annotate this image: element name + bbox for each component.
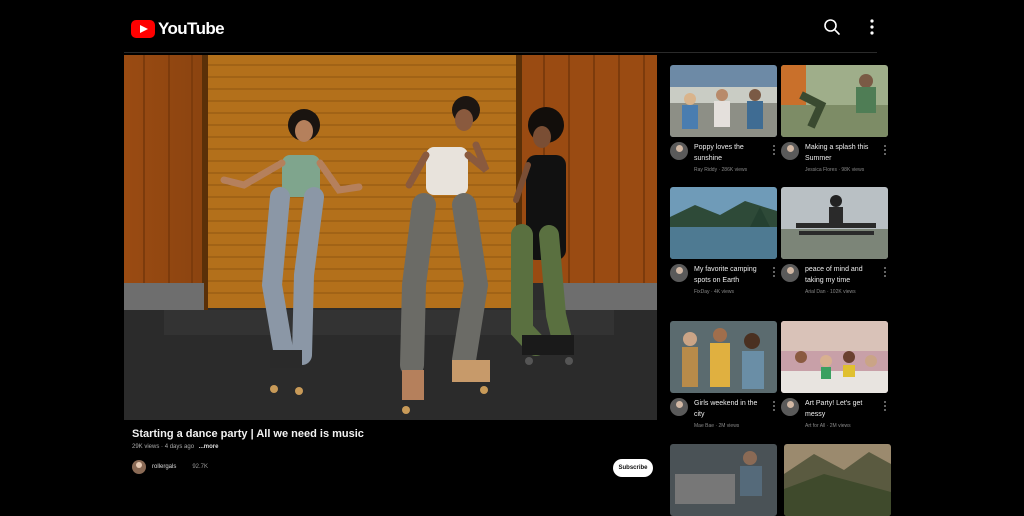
upload-age: 4 days ago — [164, 444, 195, 450]
video-card-meta: Jessica Flores · 98K views — [805, 167, 865, 173]
recommended-video-card[interactable]: peace of mind and taking my time Arial Da… — [781, 187, 888, 304]
youtube-play-icon — [131, 20, 155, 38]
recommended-video-card[interactable]: Girls weekend in the city Mae Bae · 2M vi… — [670, 321, 777, 438]
video-card-title: peace of mind and taking my time — [805, 266, 863, 284]
video-thumbnail[interactable] — [781, 321, 888, 393]
channel-name[interactable]: rollergals — [152, 464, 176, 470]
search-button[interactable] — [823, 18, 841, 41]
video-card-meta: FixDay · 4K views — [694, 289, 735, 295]
video-title: Starting a dance party | All we need is … — [132, 428, 364, 440]
more-vert-icon[interactable] — [882, 400, 888, 412]
video-card-meta: Arial Dan · 102K views — [805, 289, 856, 295]
search-icon — [824, 19, 840, 35]
video-card-title: Girls weekend in the city — [694, 400, 758, 418]
video-card-title: Poppy loves the sunshine — [694, 144, 744, 162]
channel-avatar[interactable] — [670, 142, 688, 160]
video-card-meta: Ray Riddy · 286K views — [694, 167, 748, 173]
channel-avatar[interactable] — [132, 460, 146, 474]
video-card-title: My favorite camping spots on Earth — [694, 266, 757, 284]
video-card-meta: Art for All · 2M views — [805, 423, 851, 429]
recommended-video-card[interactable]: My favorite camping spots on Earth FixDay… — [670, 187, 777, 304]
recommended-video-card[interactable] — [670, 444, 777, 516]
video-card-title: Art Party! Let's get messy — [805, 400, 863, 418]
video-card-meta: Mae Bae · 2M views — [694, 423, 740, 429]
youtube-logo[interactable]: YouTube — [131, 19, 225, 39]
channel-row: rollergals 92.7K — [132, 460, 208, 474]
video-thumbnail[interactable] — [781, 65, 888, 137]
subscriber-count: 92.7K — [192, 464, 209, 470]
video-thumbnail[interactable] — [670, 321, 777, 393]
video-thumbnail[interactable] — [784, 444, 891, 516]
video-thumbnail[interactable] — [670, 444, 777, 516]
channel-avatar[interactable] — [781, 142, 799, 160]
more-vert-icon — [870, 19, 874, 35]
video-thumbnail[interactable] — [670, 187, 777, 259]
top-bar: YouTube — [0, 0, 1024, 54]
video-thumbnail[interactable] — [781, 187, 888, 259]
video-card-title: Making a splash this Summer — [805, 144, 869, 162]
channel-avatar[interactable] — [670, 264, 688, 282]
logo-text: YouTube — [158, 19, 225, 38]
video-player[interactable] — [124, 55, 657, 420]
recommended-video-card[interactable]: Art Party! Let's get messy Art for All · … — [781, 321, 888, 438]
video-thumbnail[interactable] — [670, 65, 777, 137]
header-divider — [124, 52, 877, 53]
recommended-video-card[interactable]: Poppy loves the sunshine Ray Riddy · 286K… — [670, 65, 777, 182]
more-vert-icon[interactable] — [771, 144, 777, 156]
more-vert-icon[interactable] — [771, 400, 777, 412]
subscribe-button[interactable]: Subscribe — [613, 459, 653, 477]
video-frame — [124, 55, 657, 420]
view-count: 29K views — [132, 444, 160, 450]
channel-avatar[interactable] — [670, 398, 688, 416]
more-button[interactable] — [864, 18, 880, 41]
channel-avatar[interactable] — [781, 398, 799, 416]
more-vert-icon[interactable] — [882, 144, 888, 156]
channel-avatar[interactable] — [781, 264, 799, 282]
more-vert-icon[interactable] — [882, 266, 888, 278]
recommended-video-card[interactable] — [784, 444, 891, 516]
more-vert-icon[interactable] — [771, 266, 777, 278]
recommended-video-card[interactable]: Making a splash this Summer Jessica Flore… — [781, 65, 888, 182]
video-meta: 29K views · 4 days ago ...more — [132, 444, 219, 450]
description-more-link[interactable]: ...more — [199, 444, 219, 450]
